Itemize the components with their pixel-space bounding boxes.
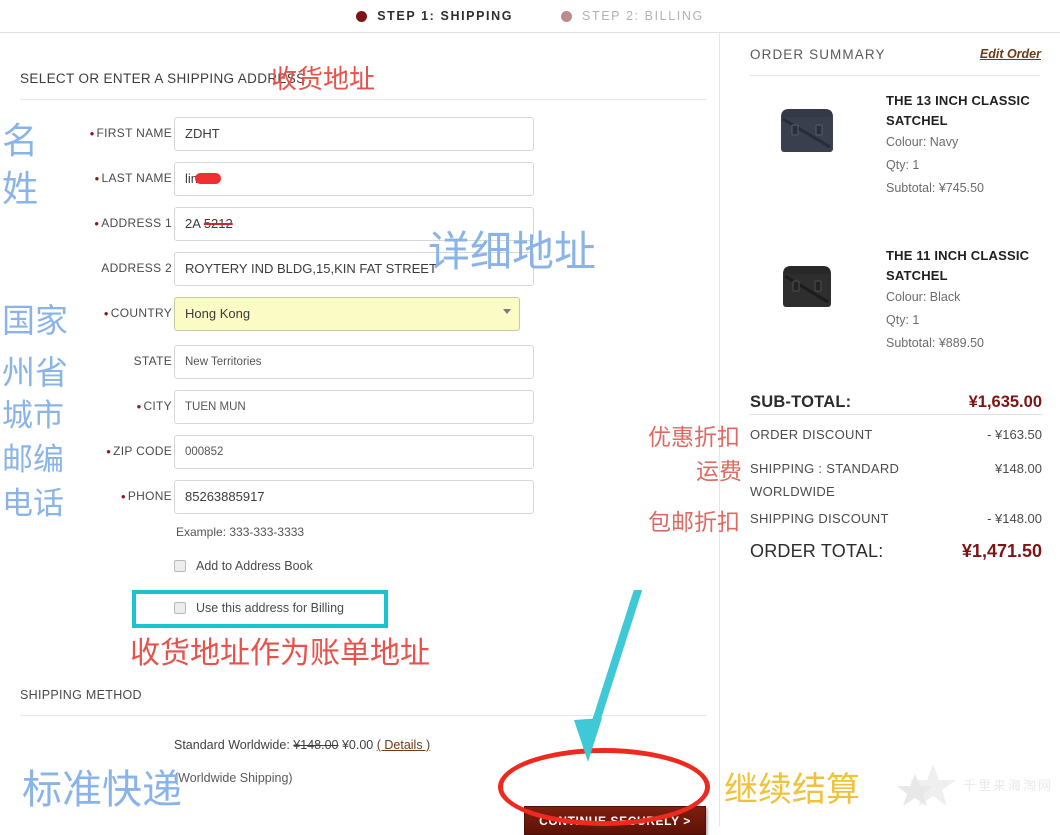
- shipping-discount-label: SHIPPING DISCOUNT: [750, 511, 889, 526]
- address-1-value: 2A: [185, 216, 201, 231]
- order-item: THE 13 INCH CLASSIC SATCHEL Colour: Navy…: [750, 91, 1045, 216]
- field-row-last-name: • LAST NAME lin: [0, 162, 720, 200]
- required-marker-icon: •: [94, 171, 100, 186]
- zip-code-input[interactable]: 000852: [174, 435, 534, 469]
- field-row-first-name: • FIRST NAME ZDHT: [0, 117, 720, 155]
- shipping-old-price: ¥148.00: [293, 738, 339, 752]
- product-thumbnail[interactable]: [776, 101, 838, 159]
- product-details: THE 13 INCH CLASSIC SATCHEL Colour: Navy…: [886, 91, 1046, 200]
- shipping-method-subtext: (Worldwide Shipping): [174, 771, 293, 785]
- product-colour: Colour: Navy: [886, 135, 959, 149]
- label-first-name: • FIRST NAME: [89, 126, 172, 141]
- shipping-form-panel: SELECT OR ENTER A SHIPPING ADDRESS • FIRS…: [0, 33, 720, 835]
- order-item: THE 11 INCH CLASSIC SATCHEL Colour: Blac…: [750, 246, 1045, 371]
- field-row-address-2: ADDRESS 2 ROYTERY IND BLDG,15,KIN FAT ST…: [0, 252, 720, 290]
- label-address-1: • ADDRESS 1: [94, 216, 172, 231]
- country-select[interactable]: Hong Kong: [174, 297, 520, 331]
- field-row-address-1: • ADDRESS 1 2A 5212: [0, 207, 720, 245]
- required-marker-icon: •: [89, 126, 95, 141]
- shipping-row: SHIPPING : STANDARD WORLDWIDE ¥148.00: [750, 457, 1042, 503]
- product-subtotal: Subtotal: ¥745.50: [886, 181, 984, 195]
- step-2-billing[interactable]: STEP 2: BILLING: [561, 9, 704, 23]
- product-name[interactable]: THE 11 INCH CLASSIC SATCHEL: [886, 246, 1046, 286]
- step-2-dot-icon: [561, 10, 573, 22]
- shipping-new-price: ¥0.00: [341, 738, 374, 752]
- address-book-checkbox-row[interactable]: Add to Address Book: [174, 559, 313, 573]
- step-1-dot-icon: [356, 10, 368, 22]
- city-input[interactable]: TUEN MUN: [174, 390, 534, 424]
- address-1-input[interactable]: 2A 5212: [174, 207, 534, 241]
- order-discount-row: ORDER DISCOUNT - ¥163.50: [750, 427, 1042, 442]
- product-name[interactable]: THE 13 INCH CLASSIC SATCHEL: [886, 91, 1046, 131]
- label-country: • COUNTRY: [103, 306, 172, 321]
- address-book-label: Add to Address Book: [196, 559, 313, 573]
- step-1-shipping[interactable]: STEP 1: SHIPPING: [356, 9, 513, 23]
- required-marker-icon: •: [106, 444, 112, 459]
- phone-format-hint: Example: 333-333-3333: [176, 525, 305, 539]
- field-row-city: • CITY TUEN MUN: [0, 390, 720, 428]
- label-phone: • PHONE: [120, 489, 172, 504]
- step-2-label: STEP 2: BILLING: [582, 9, 704, 23]
- field-row-phone: • PHONE 85263885917: [0, 480, 720, 518]
- product-qty: Qty: 1: [886, 158, 920, 172]
- shipping-method-option[interactable]: Standard Worldwide: ¥148.00 ¥0.00 ( Deta…: [174, 738, 430, 752]
- required-marker-icon: •: [103, 306, 109, 321]
- checkout-step-bar: STEP 1: SHIPPING STEP 2: BILLING: [0, 0, 1060, 33]
- step-1-label: STEP 1: SHIPPING: [377, 9, 514, 23]
- subtotal-label: SUB-TOTAL:: [750, 393, 852, 411]
- order-total-label: ORDER TOTAL:: [750, 541, 884, 561]
- first-name-input[interactable]: ZDHT: [174, 117, 534, 151]
- product-thumbnail[interactable]: [776, 256, 838, 314]
- label-last-name: • LAST NAME: [94, 171, 172, 186]
- shipping-section-title: SELECT OR ENTER A SHIPPING ADDRESS: [20, 71, 306, 86]
- subtotal-row: SUB-TOTAL: ¥1,635.00: [750, 393, 1042, 412]
- field-row-zip-code: • ZIP CODE 000852: [0, 435, 720, 473]
- field-row-state: STATE New Territories: [0, 345, 720, 383]
- product-colour: Colour: Black: [886, 290, 961, 304]
- product-details: THE 11 INCH CLASSIC SATCHEL Colour: Blac…: [886, 246, 1046, 355]
- section-divider: [20, 99, 706, 100]
- required-marker-icon: •: [120, 489, 126, 504]
- last-name-input[interactable]: lin: [174, 162, 534, 196]
- shipping-details-link[interactable]: ( Details ): [377, 738, 430, 752]
- required-marker-icon: •: [94, 216, 100, 231]
- order-discount-label: ORDER DISCOUNT: [750, 427, 873, 442]
- address-1-struck-value: 5212: [203, 216, 233, 231]
- order-total-row: ORDER TOTAL: ¥1,471.50: [750, 541, 1042, 562]
- continue-securely-button[interactable]: CONTINUE SECURELY >: [524, 806, 706, 835]
- shipping-discount-row: SHIPPING DISCOUNT - ¥148.00: [750, 511, 1042, 526]
- address-2-input[interactable]: ROYTERY IND BLDG,15,KIN FAT STREET: [174, 252, 534, 286]
- required-marker-icon: •: [136, 399, 142, 414]
- subtotal-value: ¥1,635.00: [968, 393, 1042, 411]
- field-row-country: • COUNTRY Hong Kong: [0, 297, 720, 335]
- edit-order-link[interactable]: Edit Order: [980, 47, 1041, 61]
- label-address-2: ADDRESS 2: [101, 261, 172, 275]
- chevron-down-icon: [503, 309, 511, 314]
- product-qty: Qty: 1: [886, 313, 920, 327]
- country-selected-value: Hong Kong: [185, 306, 251, 321]
- redaction-scribble-icon: [195, 173, 222, 185]
- product-subtotal: Subtotal: ¥889.50: [886, 336, 984, 350]
- label-city: • CITY: [136, 399, 172, 414]
- shipping-label: SHIPPING : STANDARD WORLDWIDE: [750, 461, 900, 499]
- order-summary-divider: [750, 75, 1040, 76]
- shipping-method-name: Standard Worldwide:: [174, 738, 290, 752]
- order-summary-panel: ORDER SUMMARY Edit Order THE 13 INCH CLA…: [721, 33, 1060, 826]
- phone-input[interactable]: 85263885917: [174, 480, 534, 514]
- order-discount-value: - ¥163.50: [987, 427, 1042, 442]
- label-state: STATE: [133, 354, 172, 368]
- shipping-discount-value: - ¥148.00: [987, 511, 1042, 526]
- order-total-value: ¥1,471.50: [961, 541, 1042, 561]
- annotation-billing-highlight-box: [132, 590, 388, 628]
- totals-divider: [750, 414, 1042, 415]
- order-summary-title: ORDER SUMMARY: [750, 47, 886, 62]
- satchel-bag-icon: [781, 109, 833, 152]
- shipping-method-divider: [20, 715, 706, 716]
- satchel-bag-icon: [783, 266, 831, 307]
- label-zip-code: • ZIP CODE: [106, 444, 172, 459]
- shipping-method-title: SHIPPING METHOD: [20, 688, 142, 702]
- state-input[interactable]: New Territories: [174, 345, 534, 379]
- address-book-checkbox[interactable]: [174, 560, 186, 572]
- shipping-value: ¥148.00: [995, 461, 1042, 476]
